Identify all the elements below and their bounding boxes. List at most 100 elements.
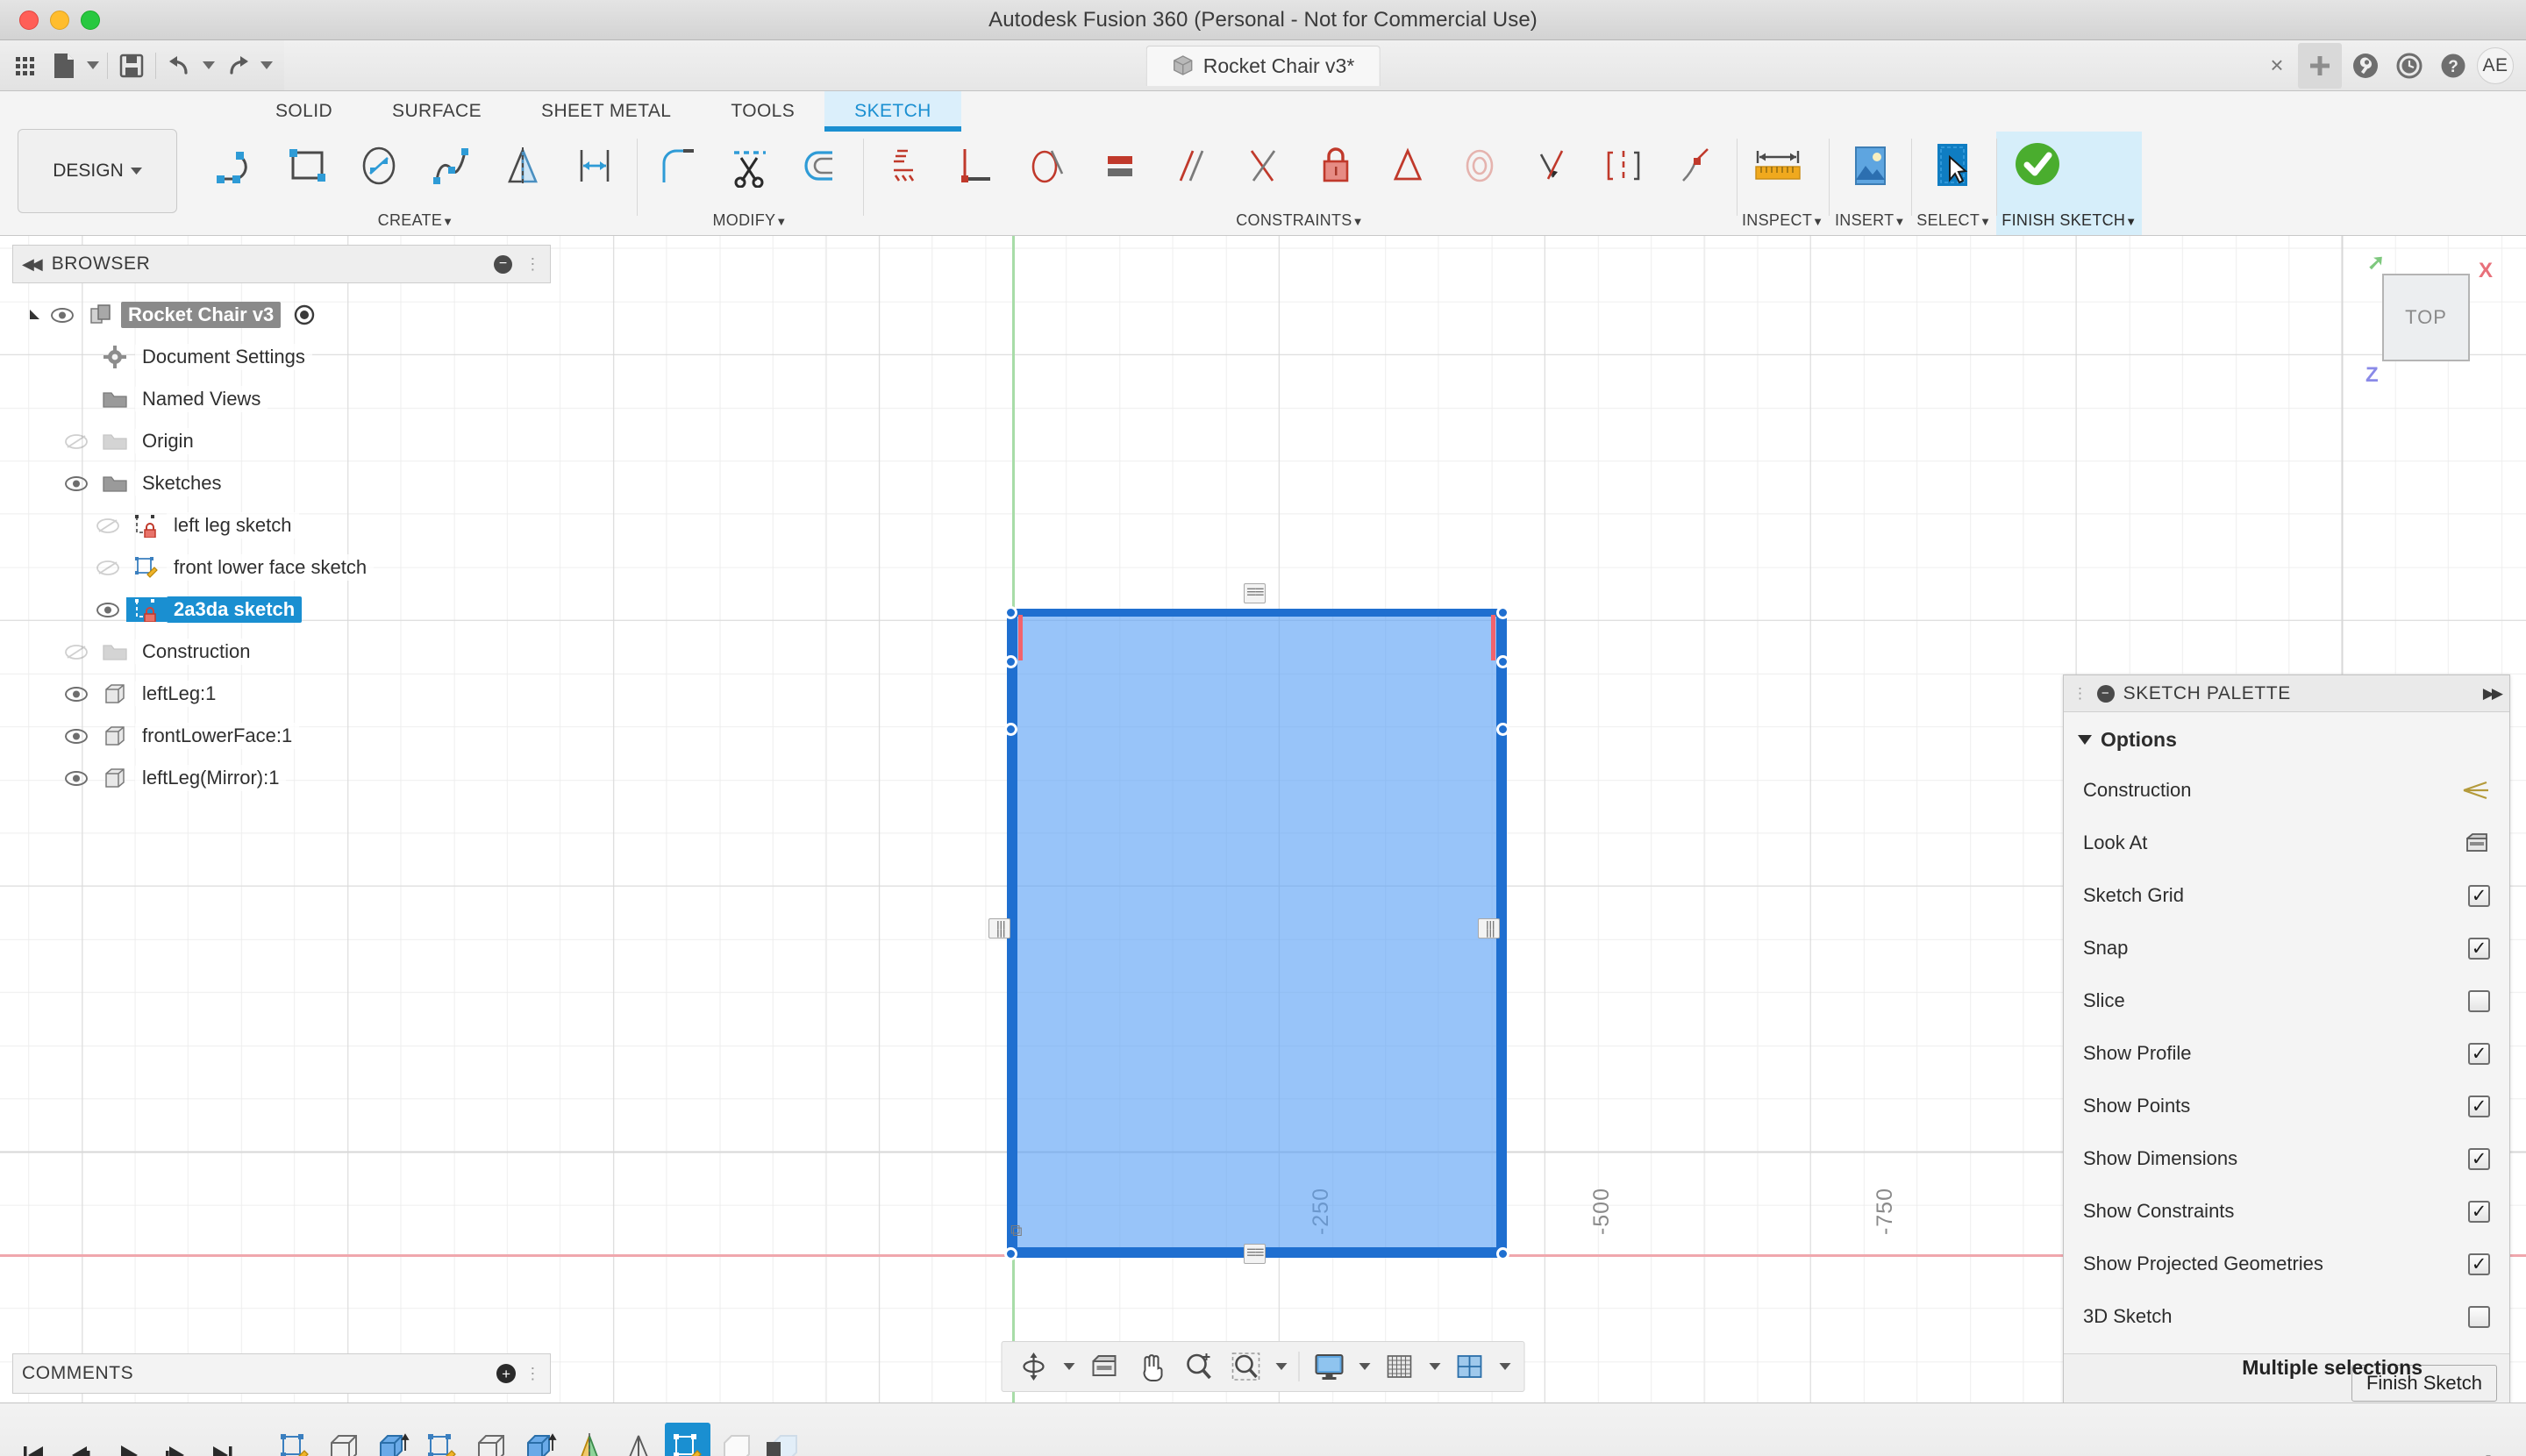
collapse-browser-icon[interactable]: ◀◀ [22,255,43,274]
canvas-area[interactable]: -250 -500 -750 250 ≡≡ ≡≡ ≡≡ ≡≡ ⧉ ➚ X Z T… [0,236,2526,1402]
wrench-icon[interactable] [2345,46,2386,86]
sketch-point[interactable] [1496,606,1509,619]
profile-edge-top[interactable] [1010,611,1504,617]
play-icon[interactable] [109,1433,147,1456]
clock-icon[interactable] [2389,46,2430,86]
panel-create-label[interactable]: CREATE▼ [200,211,632,235]
horizontal-constraint-glyph[interactable]: ≡≡ [1244,1244,1266,1264]
timeline-feature-mirror-plane[interactable] [616,1423,661,1456]
option-3d-sketch[interactable]: 3D Sketch [2064,1290,2509,1343]
equal-icon[interactable] [1084,132,1156,200]
tree-node-left-leg-mirror-body[interactable]: leftLeg(Mirror):1 [12,757,551,799]
timeline-feature-extrude-blue[interactable] [517,1423,563,1456]
midpoint-icon[interactable] [1516,132,1588,200]
sketch-point[interactable] [1496,655,1509,668]
option-construction[interactable]: Construction [2064,764,2509,817]
visibility-eye-icon[interactable] [58,686,95,702]
account-avatar[interactable]: AE [2477,46,2514,84]
sketch-point[interactable] [1004,1247,1017,1260]
tree-node-left-leg-sketch[interactable]: left leg sketch [12,504,551,546]
go-to-start-icon[interactable] [14,1433,53,1456]
twisty-closed-icon[interactable] [12,434,58,448]
tree-node-rocket-chair[interactable]: Rocket Chair v3 [12,294,551,336]
timeline-feature-extrude-blue[interactable] [370,1423,416,1456]
option-show-constraints[interactable]: Show Constraints ✓ [2064,1185,2509,1238]
construction-line-icon[interactable] [2460,779,2490,802]
fix-lock-icon[interactable] [1300,132,1372,200]
collinear-icon[interactable] [1588,132,1659,200]
symmetry-icon[interactable] [1372,132,1444,200]
rectangle-icon[interactable] [272,132,344,200]
visibility-eye-icon[interactable] [58,770,95,786]
twisty-closed-icon[interactable] [12,392,58,406]
sketch-point[interactable] [1496,1247,1509,1260]
sketch-profile-selection[interactable] [1004,606,1509,1260]
zoom-icon[interactable] [1176,1345,1222,1388]
twisty-closed-icon[interactable] [12,771,58,785]
tree-node-front-lower-face-body[interactable]: frontLowerFace:1 [12,715,551,757]
option-show-profile[interactable]: Show Profile ✓ [2064,1027,2509,1080]
tree-node-front-lower-face-sketch[interactable]: front lower face sketch [12,546,551,589]
trim-icon[interactable] [714,132,786,200]
show-points-checkbox[interactable]: ✓ [2468,1095,2490,1117]
display-settings-icon[interactable] [1307,1345,1352,1388]
look-at-icon[interactable] [1081,1345,1127,1388]
comments-panel[interactable]: COMMENTS + ⋮ [12,1353,551,1394]
show-profile-checkbox[interactable]: ✓ [2468,1042,2490,1065]
visibility-eye-hidden-icon[interactable] [89,560,126,575]
fix-unfix-icon[interactable] [868,132,940,200]
undo-caret-icon[interactable] [200,46,218,85]
visibility-eye-icon[interactable] [44,307,81,323]
spline-icon[interactable] [416,132,488,200]
timeline-feature-extrude[interactable] [321,1423,367,1456]
sketch-point[interactable] [1004,655,1017,668]
tree-node-named-views[interactable]: Named Views [12,378,551,420]
zoom-window-icon[interactable] [1224,1345,1269,1388]
grid-menu-icon[interactable] [7,46,44,85]
comments-grip-icon[interactable]: ⋮ [524,1365,541,1383]
orbit-caret-icon[interactable] [1059,1345,1080,1388]
redo-caret-icon[interactable] [258,46,275,85]
tree-node-construction[interactable]: Construction [12,631,551,673]
option-show-dimensions[interactable]: Show Dimensions ✓ [2064,1132,2509,1185]
palette-expand-icon[interactable]: ▶▶ [2483,685,2503,703]
timeline-marker[interactable] [763,1440,781,1456]
timeline-feature-pending[interactable] [714,1423,760,1456]
sketch-point[interactable] [1496,723,1509,736]
add-comment-icon[interactable]: + [496,1364,517,1383]
timeline-feature-active-sketch[interactable] [665,1423,710,1456]
show-dimensions-checkbox[interactable]: ✓ [2468,1147,2490,1170]
vertical-constraint-glyph[interactable]: ≡≡ [988,918,1010,939]
display-settings-caret-icon[interactable] [1354,1345,1375,1388]
parallel-icon[interactable] [1156,132,1228,200]
twisty-closed-icon[interactable] [12,645,58,659]
visibility-eye-icon[interactable] [89,602,126,617]
3d-sketch-checkbox[interactable] [2468,1305,2490,1328]
profile-edge-left[interactable] [1010,611,1017,1255]
timeline-feature-sketch[interactable] [272,1423,318,1456]
options-section-header[interactable]: Options [2064,721,2509,764]
tab-surface[interactable]: SURFACE [362,91,511,132]
help-icon[interactable]: ? [2433,46,2473,86]
orbit-icon[interactable] [1011,1345,1057,1388]
panel-inspect-label[interactable]: INSPECT▼ [1742,211,1823,235]
tab-tools[interactable]: TOOLS [701,91,824,132]
timeline-feature-mirror[interactable] [567,1423,612,1456]
snap-checkbox[interactable]: ✓ [2468,937,2490,960]
twisty-closed-icon[interactable] [12,687,58,701]
pan-icon[interactable] [1129,1345,1174,1388]
step-back-icon[interactable] [61,1433,100,1456]
insert-image-icon[interactable] [1834,132,1906,200]
go-to-end-icon[interactable] [203,1433,242,1456]
close-tab-button[interactable]: × [2259,46,2294,85]
concentric-icon[interactable] [1444,132,1516,200]
tree-node-left-leg-body[interactable]: leftLeg:1 [12,673,551,715]
finish-sketch-check-icon[interactable] [2002,132,2073,200]
coincident-constraint-glyph[interactable]: ⧉ [1009,1223,1023,1241]
tangent-icon[interactable] [1012,132,1084,200]
sketch-palette-header[interactable]: ⋮ − SKETCH PALETTE ▶▶ [2064,675,2509,712]
look-at-icon[interactable] [2464,831,2490,854]
tree-node-document-settings[interactable]: Document Settings [12,336,551,378]
palette-grip-icon[interactable]: ⋮ [2073,685,2088,703]
vertical-constraint-glyph[interactable]: ≡≡ [1478,918,1500,939]
